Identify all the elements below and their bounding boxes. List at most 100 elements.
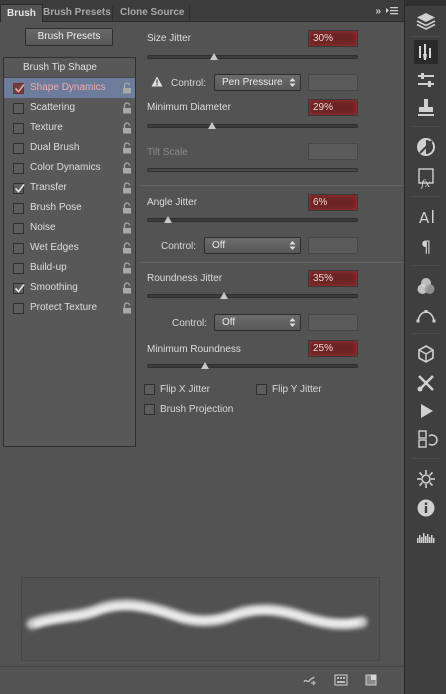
flip-y-jitter-label: Flip Y Jitter xyxy=(272,384,322,395)
checkmark-icon xyxy=(14,84,25,93)
dropdown-arrows-icon xyxy=(289,78,296,87)
checkbox[interactable] xyxy=(13,163,24,174)
properties-sun-icon[interactable] xyxy=(414,467,438,491)
lock-icon[interactable] xyxy=(122,122,132,134)
flip-x-jitter-label: Flip X Jitter xyxy=(160,384,211,395)
angle-jitter-slider-thumb[interactable] xyxy=(164,216,173,223)
clone-stamp-icon[interactable] xyxy=(414,96,438,120)
list-item-noise[interactable]: Noise xyxy=(4,218,135,238)
info-icon[interactable] xyxy=(414,496,438,520)
size-jitter-slider[interactable] xyxy=(147,55,358,59)
roundness-jitter-slider-thumb[interactable] xyxy=(219,292,228,299)
roundness-jitter-slider[interactable] xyxy=(147,294,358,298)
collapse-arrows-icon[interactable]: » xyxy=(375,6,380,17)
minimum-roundness-slider-thumb[interactable] xyxy=(200,362,209,369)
list-item-texture[interactable]: Texture xyxy=(4,118,135,138)
section-divider xyxy=(140,262,404,263)
tab-bar: Brush Brush Presets Clone Source » xyxy=(0,0,404,22)
roundness-control-dropdown[interactable]: Off xyxy=(214,314,301,331)
minimum-diameter-value[interactable]: 29% xyxy=(308,99,358,116)
checkbox[interactable] xyxy=(13,103,24,114)
tools-icon[interactable] xyxy=(414,371,438,395)
play-icon[interactable] xyxy=(414,399,438,423)
brush-presets-button[interactable]: Brush Presets xyxy=(25,28,113,46)
new-brush-icon[interactable] xyxy=(364,673,378,687)
angle-jitter-label: Angle Jitter xyxy=(147,197,198,208)
svg-text:A: A xyxy=(419,209,430,227)
brush-settings-icon[interactable] xyxy=(414,40,438,64)
list-item-protect-texture[interactable]: Protect Texture xyxy=(4,298,135,318)
checkbox[interactable] xyxy=(13,143,24,154)
fx-icon[interactable]: fx xyxy=(414,166,438,190)
layers-icon[interactable] xyxy=(414,9,438,33)
minimum-roundness-value[interactable]: 25% xyxy=(308,340,358,357)
list-item-label: Noise xyxy=(30,222,56,233)
checkbox[interactable] xyxy=(13,223,24,234)
adjustment-sliders-icon[interactable] xyxy=(414,68,438,92)
angle-control-dropdown[interactable]: Off xyxy=(204,237,301,254)
checkbox[interactable] xyxy=(13,263,24,274)
histogram-icon[interactable] xyxy=(414,524,438,548)
brush-tip-shape-item[interactable]: Brush Tip Shape xyxy=(4,58,135,78)
roundness-jitter-value[interactable]: 35% xyxy=(308,270,358,287)
list-item-label: Texture xyxy=(30,122,63,133)
checkbox[interactable] xyxy=(13,183,25,194)
tilt-scale-label: Tilt Scale xyxy=(147,147,188,158)
minimum-roundness-slider[interactable] xyxy=(147,364,358,368)
lock-icon[interactable] xyxy=(122,202,132,214)
lock-icon[interactable] xyxy=(122,282,132,294)
tab-clone-source[interactable]: Clone Source xyxy=(114,4,190,22)
lock-icon[interactable] xyxy=(122,302,132,314)
lock-icon[interactable] xyxy=(122,182,132,194)
list-item-wet-edges[interactable]: Wet Edges xyxy=(4,238,135,258)
toolbar-grip xyxy=(405,0,446,6)
flip-y-jitter-checkbox[interactable] xyxy=(256,384,267,395)
flip-x-jitter-checkbox[interactable] xyxy=(144,384,155,395)
svg-text:¶: ¶ xyxy=(421,237,431,256)
lock-icon[interactable] xyxy=(122,242,132,254)
angle-jitter-value[interactable]: 6% xyxy=(308,194,358,211)
tilt-scale-slider xyxy=(147,168,358,172)
list-item-build-up[interactable]: Build-up xyxy=(4,258,135,278)
toggle-live-tip-icon[interactable] xyxy=(302,673,316,687)
size-jitter-slider-thumb[interactable] xyxy=(210,53,219,60)
lock-icon[interactable] xyxy=(122,262,132,274)
minimum-diameter-slider-thumb[interactable] xyxy=(208,122,217,129)
list-item-dual-brush[interactable]: Dual Brush xyxy=(4,138,135,158)
character-icon[interactable]: A xyxy=(414,205,438,229)
lock-icon[interactable] xyxy=(122,82,132,94)
brush-projection-checkbox[interactable] xyxy=(144,404,155,415)
list-item-scattering[interactable]: Scattering xyxy=(4,98,135,118)
list-item-smoothing[interactable]: Smoothing xyxy=(4,278,135,298)
list-item-shape-dynamics[interactable]: Shape Dynamics xyxy=(4,78,135,98)
tilt-scale-field xyxy=(308,143,358,160)
checkbox[interactable] xyxy=(13,83,25,94)
angle-jitter-slider[interactable] xyxy=(147,218,358,222)
3d-icon[interactable] xyxy=(414,342,438,366)
brush-stroke-image xyxy=(26,599,368,630)
lock-icon[interactable] xyxy=(122,102,132,114)
size-control-dropdown[interactable]: Pen Pressure xyxy=(214,74,301,91)
lock-icon[interactable] xyxy=(122,162,132,174)
paragraph-icon[interactable]: ¶ xyxy=(414,233,438,257)
checkbox[interactable] xyxy=(13,203,24,214)
minimum-diameter-slider[interactable] xyxy=(147,124,358,128)
brush-projection-label: Brush Projection xyxy=(160,404,234,415)
paths-icon[interactable] xyxy=(414,303,438,327)
checkbox[interactable] xyxy=(13,123,24,134)
tab-brush-presets[interactable]: Brush Presets xyxy=(37,4,117,22)
channels-icon[interactable] xyxy=(414,274,438,298)
size-jitter-value[interactable]: 30% xyxy=(308,30,358,47)
checkbox[interactable] xyxy=(13,303,24,314)
circle-half-icon[interactable] xyxy=(414,135,438,159)
history-icon[interactable] xyxy=(414,427,438,451)
lock-icon[interactable] xyxy=(122,142,132,154)
panel-menu-icon[interactable] xyxy=(386,6,398,16)
list-item-color-dynamics[interactable]: Color Dynamics xyxy=(4,158,135,178)
checkbox[interactable] xyxy=(13,243,24,254)
brush-grid-icon[interactable] xyxy=(334,673,348,687)
list-item-brush-pose[interactable]: Brush Pose xyxy=(4,198,135,218)
lock-icon[interactable] xyxy=(122,222,132,234)
checkbox[interactable] xyxy=(13,283,25,294)
list-item-transfer[interactable]: Transfer xyxy=(4,178,135,198)
